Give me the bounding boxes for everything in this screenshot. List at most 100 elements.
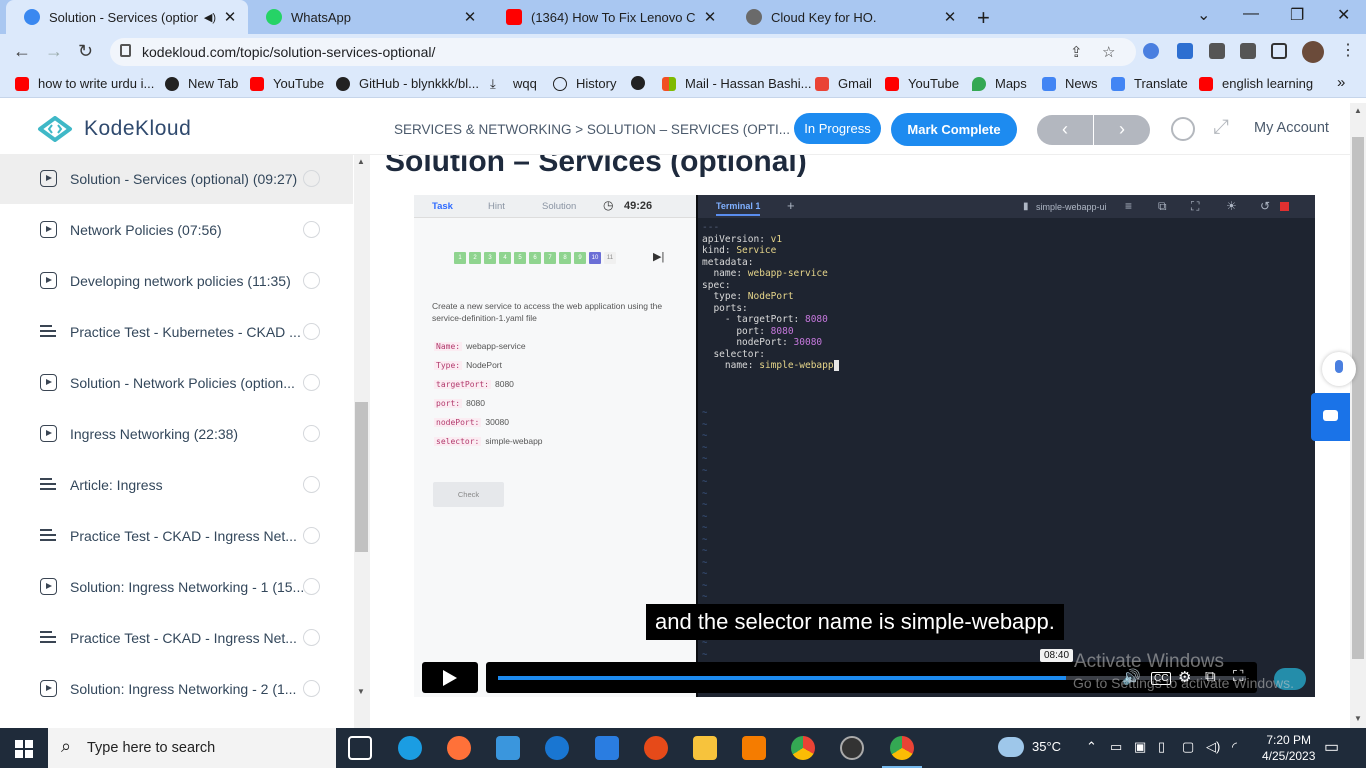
fullscreen-expand-icon[interactable]: ⤢: [1213, 116, 1229, 139]
completion-circle-icon[interactable]: [303, 476, 320, 493]
bookmark-item[interactable]: [631, 76, 654, 90]
network-icon[interactable]: ▭: [1110, 739, 1122, 755]
completion-circle-icon[interactable]: [303, 221, 320, 238]
lesson-item[interactable]: Network Policies (07:56): [0, 204, 353, 255]
firefox-icon[interactable]: [447, 736, 471, 760]
bookmark-item[interactable]: ⤓ wqq: [490, 76, 537, 91]
logo-text[interactable]: KodeKloud: [84, 117, 191, 141]
completion-circle-icon[interactable]: [303, 578, 320, 595]
edge-icon[interactable]: [398, 736, 422, 760]
lesson-item[interactable]: Practice Test - CKAD - Ingress Net...: [0, 510, 353, 561]
window-close-button[interactable]: ✕: [1337, 5, 1350, 25]
share-icon[interactable]: ⇪: [1070, 43, 1083, 61]
usb-icon[interactable]: ▯: [1158, 739, 1165, 755]
scroll-up-arrow-icon[interactable]: ▲: [1354, 106, 1362, 115]
voice-microphone-icon[interactable]: [1322, 352, 1356, 386]
mail-icon[interactable]: [595, 736, 619, 760]
lesson-item[interactable]: Solution: Ingress Networking - 1 (15...: [0, 561, 353, 612]
lesson-item[interactable]: Solution - Network Policies (option...: [0, 357, 353, 408]
lesson-item[interactable]: Ingress Networking (22:38): [0, 408, 353, 459]
app-icon[interactable]: [644, 736, 668, 760]
display-icon[interactable]: ▢: [1182, 739, 1194, 755]
camera-app-icon[interactable]: [840, 736, 864, 760]
tab-whatsapp[interactable]: WhatsApp ✕: [248, 0, 488, 34]
completion-circle-icon[interactable]: [303, 425, 320, 442]
play-button[interactable]: [422, 662, 478, 693]
extensions-puzzle-icon[interactable]: [1209, 43, 1225, 59]
bookmark-item[interactable]: GitHub - blynkkk/bl...: [336, 76, 479, 91]
lesson-item[interactable]: Article: Ingress: [0, 459, 353, 510]
taskbar-clock[interactable]: 7:20 PM 4/25/2023: [1262, 732, 1315, 764]
completion-circle-icon[interactable]: [303, 527, 320, 544]
media-queue-icon[interactable]: [1240, 43, 1256, 59]
page-scroll-thumb[interactable]: [1352, 137, 1364, 659]
browser-menu-icon[interactable]: ⋮: [1340, 40, 1356, 59]
kodekloud-logo-icon[interactable]: [36, 116, 74, 142]
next-lesson-button[interactable]: ›: [1094, 115, 1150, 145]
side-panel-icon[interactable]: [1271, 43, 1287, 59]
previous-lesson-button[interactable]: ‹: [1037, 115, 1093, 145]
phone-app-icon[interactable]: [545, 736, 569, 760]
lesson-item[interactable]: Solution: Ingress Networking - 2 (1...: [0, 663, 353, 714]
scroll-down-arrow-icon[interactable]: ▼: [1354, 714, 1362, 723]
file-explorer-icon[interactable]: [693, 736, 717, 760]
minimize-button[interactable]: —: [1243, 5, 1259, 23]
back-button[interactable]: ←: [13, 41, 31, 62]
forward-button[interactable]: →: [45, 41, 63, 62]
bookmark-item[interactable]: History: [553, 76, 616, 91]
download-extension-icon[interactable]: [1177, 43, 1193, 59]
dark-mode-toggle-icon[interactable]: [1171, 117, 1195, 141]
close-icon[interactable]: ✕: [942, 8, 958, 26]
bookmark-item[interactable]: News: [1042, 76, 1098, 91]
show-hidden-icons-chevron-icon[interactable]: ⌃: [1086, 739, 1097, 755]
completion-circle-icon[interactable]: [303, 170, 320, 187]
completion-circle-icon[interactable]: [303, 272, 320, 289]
tab-solution-services[interactable]: Solution - Services (optional) ◀) ✕: [6, 0, 248, 34]
weather-icon[interactable]: [998, 737, 1024, 757]
bookmark-item[interactable]: Maps: [972, 76, 1027, 91]
bookmarks-overflow-icon[interactable]: »: [1337, 74, 1345, 91]
windows-start-icon[interactable]: [15, 740, 33, 758]
close-icon[interactable]: ✕: [702, 8, 718, 26]
bookmark-star-icon[interactable]: ☆: [1102, 43, 1115, 61]
scroll-up-arrow-icon[interactable]: ▲: [357, 157, 365, 166]
store-icon[interactable]: [496, 736, 520, 760]
bookmark-item[interactable]: Gmail: [815, 76, 872, 91]
task-view-icon[interactable]: [348, 736, 372, 760]
lesson-item[interactable]: Solution - Services (optional) (09:27): [0, 155, 353, 204]
reload-button[interactable]: ↻: [78, 41, 93, 62]
breadcrumb[interactable]: SERVICES & NETWORKING > SOLUTION – SERVI…: [394, 122, 790, 137]
video-player[interactable]: Task Hint Solution ◷ 49:26 1 2 3 4 5 6 7…: [414, 195, 1315, 697]
lesson-item[interactable]: Practice Test - CKAD - Ingress Net...: [0, 612, 353, 663]
close-icon[interactable]: ✕: [462, 8, 478, 26]
speaker-icon[interactable]: ◁): [1206, 739, 1220, 755]
voice-extension-icon[interactable]: [1143, 43, 1159, 59]
app-icon[interactable]: [742, 736, 766, 760]
bookmark-item[interactable]: YouTube: [250, 76, 324, 91]
bookmark-item[interactable]: Mail - Hassan Bashi...: [662, 76, 811, 91]
scroll-down-arrow-icon[interactable]: ▼: [357, 687, 365, 696]
restore-button[interactable]: ❐: [1290, 5, 1304, 25]
completion-circle-icon[interactable]: [303, 374, 320, 391]
address-bar[interactable]: kodekloud.com/topic/solution-services-op…: [110, 38, 1136, 66]
chrome-icon[interactable]: [890, 736, 914, 760]
in-progress-button[interactable]: In Progress: [794, 113, 881, 144]
chrome-icon[interactable]: [791, 736, 815, 760]
sidebar-scroll-thumb[interactable]: [355, 402, 368, 552]
profile-avatar[interactable]: [1302, 41, 1324, 63]
weather-temperature[interactable]: 35°C: [1032, 739, 1061, 754]
bookmark-item[interactable]: New Tab: [165, 76, 238, 91]
lesson-item[interactable]: Practice Test - Kubernetes - CKAD ...: [0, 306, 353, 357]
bookmark-item[interactable]: english learning: [1199, 76, 1313, 91]
mark-complete-button[interactable]: Mark Complete: [891, 113, 1017, 146]
wifi-icon[interactable]: ◜: [1232, 739, 1237, 755]
my-account-link[interactable]: My Account: [1254, 120, 1329, 136]
tab-search-chevron-icon[interactable]: ⌄: [1197, 5, 1210, 25]
speaker-mute-icon[interactable]: ◀): [204, 11, 216, 24]
completion-circle-icon[interactable]: [303, 629, 320, 646]
chat-widget-button[interactable]: [1311, 393, 1350, 441]
notifications-icon[interactable]: ▭: [1324, 737, 1339, 757]
tab-cloud-key[interactable]: Cloud Key for HO. ✕: [728, 0, 968, 34]
device-icon[interactable]: ▣: [1134, 739, 1146, 755]
new-tab-button[interactable]: +: [977, 5, 990, 31]
